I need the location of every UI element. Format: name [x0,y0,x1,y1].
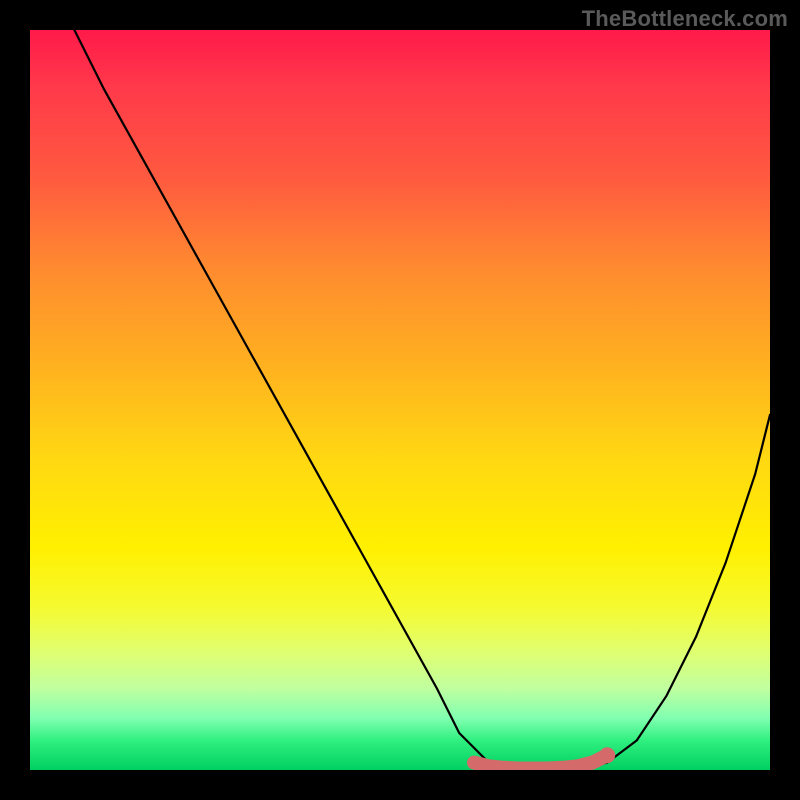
chart-frame: TheBottleneck.com [0,0,800,800]
bottleneck-curve [74,30,770,770]
plot-area [30,30,770,770]
watermark-text: TheBottleneck.com [582,6,788,32]
optimum-band-marker [474,755,607,768]
optimum-end-dot [599,747,615,763]
curve-layer [30,30,770,770]
